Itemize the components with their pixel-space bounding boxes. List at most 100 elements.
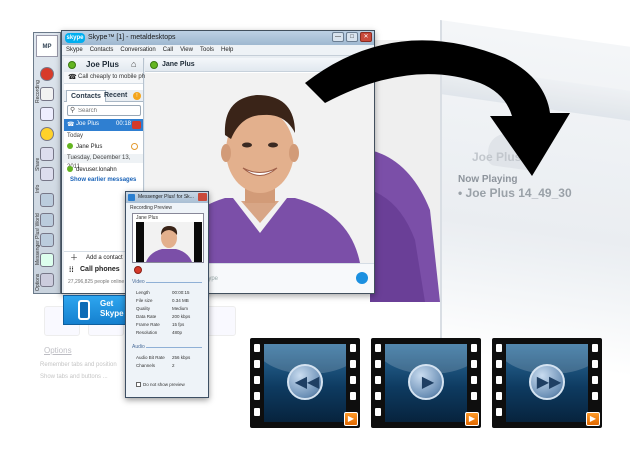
call-handset-icon: ☎ <box>67 122 75 128</box>
background-checkbox[interactable]: Show tabs and buttons ... <box>40 374 108 380</box>
dialog-close-button[interactable] <box>198 193 207 201</box>
do-not-show-preview-checkbox[interactable]: Do not show preview <box>136 382 185 388</box>
dialog-title-bar[interactable]: Messenger Plus! for Sk... <box>126 192 208 203</box>
recording-preview-dialog: Messenger Plus! for Sk... Recording Prev… <box>125 191 209 398</box>
stat-value: 200 kbps <box>172 314 191 319</box>
contact-name: Jane Plus <box>76 144 103 150</box>
menu-skype[interactable]: Skype <box>66 45 83 55</box>
online-status-icon[interactable] <box>68 61 76 69</box>
play-icon: ▶ <box>408 364 444 400</box>
film-perforation <box>254 392 260 400</box>
film-perforation <box>471 360 477 368</box>
film-perforation <box>496 408 502 416</box>
play-reel-button[interactable]: ▶ ▶ <box>371 338 481 428</box>
search-box[interactable]: ⚲ <box>67 105 141 116</box>
checkbox-box[interactable] <box>136 382 141 388</box>
mobile-phone-icon <box>78 300 90 320</box>
stat-value: 0.34 MB <box>172 298 189 303</box>
profile-name: Joe Plus <box>86 60 119 69</box>
video-stat-row: Frame Rate 15 fps <box>136 322 204 327</box>
search-input[interactable] <box>78 107 138 115</box>
menu-call[interactable]: Call <box>163 45 173 55</box>
menu-contacts[interactable]: Contacts <box>90 45 114 55</box>
now-playing-file[interactable]: • Joe Plus 14_49_30 <box>458 186 572 200</box>
profile-row[interactable]: Joe Plus ⌂ <box>64 58 143 72</box>
film-perforation <box>350 360 356 368</box>
online-count: 27,296,825 people online <box>68 279 125 285</box>
media-badge-icon: ▶ <box>344 412 358 426</box>
fast-forward-glyph: ▶▶ <box>536 374 562 391</box>
film-perforation <box>592 344 598 352</box>
recording-thumbnail[interactable]: Jane Plus <box>132 213 204 263</box>
film-perforation <box>375 408 381 416</box>
dialpad-icon: ⁞⁞ <box>69 267 74 274</box>
video-section-label: Video <box>132 279 145 285</box>
video-stat-row: Resolution 480p <box>136 330 204 335</box>
tab-recent[interactable]: Recent <box>100 90 131 102</box>
film-perforation <box>471 392 477 400</box>
video-stat-row: File size 0.34 MB <box>136 298 204 303</box>
menu-help[interactable]: Help <box>221 45 233 55</box>
search-icon: ⚲ <box>70 107 76 114</box>
toolbar-label-options: Options <box>35 273 41 291</box>
contacts-tabs: Contacts Recent ! <box>64 90 143 102</box>
film-perforation <box>375 344 381 352</box>
film-perforation <box>471 344 477 352</box>
toolbar-label-mp-world: Messenger Plus! World <box>35 213 41 265</box>
video-stat-row: Quality Medium <box>136 306 204 311</box>
stat-label: Frame Rate <box>136 322 160 327</box>
send-button[interactable] <box>356 272 368 284</box>
add-contact-label: Add a contact <box>86 255 123 261</box>
stat-label: Data Rate <box>136 314 157 319</box>
end-call-button[interactable] <box>132 121 141 129</box>
edit-icon[interactable] <box>131 143 138 150</box>
today-label: Today <box>67 133 84 139</box>
show-earlier-link[interactable]: Show earlier messages <box>70 177 136 183</box>
checkbox-label: Do not show preview <box>143 382 185 387</box>
active-call-row[interactable]: ☎ Joe Plus 00:18 <box>64 119 143 131</box>
conversation-contact-name: Jane Plus <box>162 61 195 68</box>
rewind-reel-button[interactable]: ◀◀ ▶ <box>250 338 360 428</box>
preview-frame <box>136 222 202 262</box>
stat-value: 480p <box>172 330 183 335</box>
film-perforation <box>471 376 477 384</box>
smiley-icon[interactable] <box>40 127 54 141</box>
fast-forward-reel-button[interactable]: ▶▶ ▶ <box>492 338 602 428</box>
preview-video-image <box>136 222 202 262</box>
add-contact-icon: ＋ <box>70 253 78 262</box>
film-perforation <box>496 392 502 400</box>
film-perforation <box>592 360 598 368</box>
list-item[interactable]: devuser.lonahn <box>67 165 140 175</box>
list-item[interactable]: Jane Plus <box>67 142 140 152</box>
recent-alert-badge: ! <box>133 92 141 100</box>
menu-conversation[interactable]: Conversation <box>120 45 155 55</box>
contact-name: devuser.lonahn <box>76 167 117 173</box>
magnifier-icon[interactable] <box>40 107 54 121</box>
stat-value: 2 <box>172 363 175 368</box>
fast-forward-icon: ▶▶ <box>529 364 565 400</box>
film-perforation <box>254 344 260 352</box>
film-perforation <box>254 360 260 368</box>
menu-view[interactable]: View <box>180 45 193 55</box>
section-divider <box>146 347 202 348</box>
menu-tools[interactable]: Tools <box>200 45 214 55</box>
home-icon[interactable]: ⌂ <box>131 60 140 69</box>
reel-screen: ◀◀ <box>264 344 346 422</box>
rewind-glyph: ◀◀ <box>294 374 320 391</box>
film-perforation <box>592 376 598 384</box>
mood-message-row[interactable]: ☎ Call cheaply to mobile pho... <box>64 72 153 84</box>
film-perforation <box>254 408 260 416</box>
audio-stat-row: Audio Bit Rate 256 kbps <box>136 355 204 360</box>
background-options-link[interactable]: Options <box>44 346 72 355</box>
rewind-icon: ◀◀ <box>287 364 323 400</box>
background-checkbox[interactable]: Remember tabs and position <box>40 362 117 368</box>
stat-label: Resolution <box>136 330 158 335</box>
record-icon[interactable] <box>134 266 142 274</box>
date-label: Tuesday, December 13, 2011 <box>64 154 143 170</box>
stat-label: File size <box>136 298 153 303</box>
stat-label: Quality <box>136 306 151 311</box>
get-skype-line2: Skype <box>100 309 124 318</box>
film-perforation <box>350 392 356 400</box>
stat-value: 15 fps <box>172 322 185 327</box>
messenger-plus-icon <box>128 194 135 201</box>
